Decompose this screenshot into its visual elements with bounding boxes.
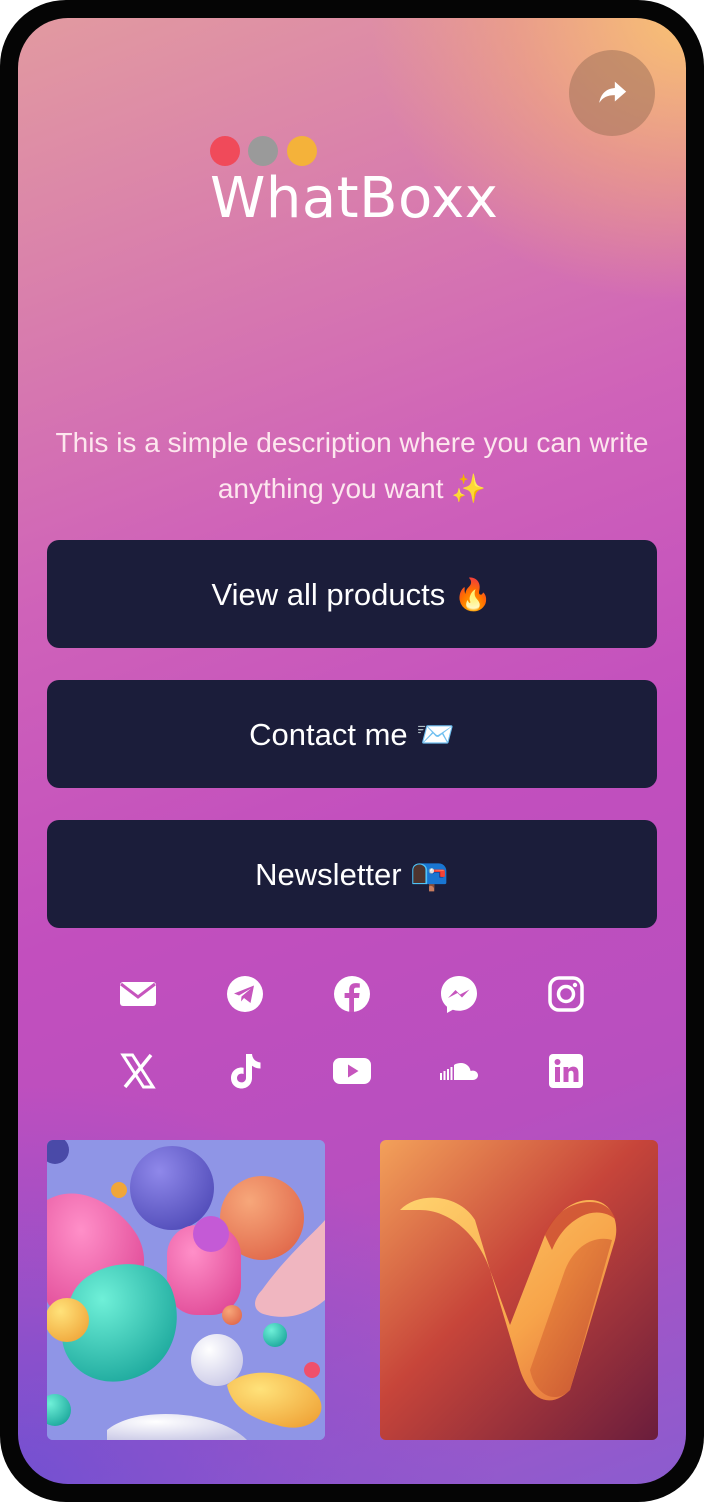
brand-name: WhatBoxx <box>210 166 499 231</box>
newsletter-button[interactable]: Newsletter 📭 <box>47 820 657 928</box>
ribbon-v-logo-image <box>400 1197 617 1401</box>
product-image-abstract-shapes[interactable] <box>47 1140 325 1440</box>
soundcloud-link[interactable] <box>434 1046 484 1096</box>
instagram-icon <box>548 976 584 1012</box>
messenger-icon <box>441 976 477 1013</box>
abstract-3d-shapes-image <box>47 1140 325 1440</box>
phone-frame: WhatBoxx This is a simple description wh… <box>0 0 704 1502</box>
telegram-icon <box>227 976 263 1012</box>
view-products-button[interactable]: View all products 🔥 <box>47 540 657 648</box>
profile-page: WhatBoxx This is a simple description wh… <box>18 18 686 1484</box>
x-icon <box>120 1053 156 1089</box>
logo-dot-red <box>210 136 240 166</box>
linkedin-link[interactable] <box>541 1046 591 1096</box>
email-icon <box>120 982 156 1006</box>
email-link[interactable] <box>113 969 163 1019</box>
contact-me-button[interactable]: Contact me 📨 <box>47 680 657 788</box>
logo-dot-yellow <box>287 136 317 166</box>
social-links-row-1 <box>18 966 686 1026</box>
youtube-icon <box>333 1058 371 1084</box>
messenger-link[interactable] <box>434 969 484 1019</box>
share-button[interactable] <box>569 50 655 136</box>
social-links-row-2 <box>18 1043 686 1103</box>
brand-logo: WhatBoxx <box>210 136 510 246</box>
soundcloud-icon <box>440 1063 478 1080</box>
x-link[interactable] <box>113 1046 163 1096</box>
profile-description: This is a simple description where you c… <box>55 427 649 504</box>
product-image-ribbon-logo[interactable] <box>380 1140 658 1440</box>
logo-dot-gray <box>248 136 278 166</box>
telegram-link[interactable] <box>220 969 270 1019</box>
youtube-link[interactable] <box>327 1046 377 1096</box>
linkedin-icon <box>549 1054 583 1088</box>
facebook-icon <box>334 976 370 1012</box>
tiktok-icon <box>231 1054 261 1089</box>
tiktok-link[interactable] <box>220 1046 270 1096</box>
instagram-link[interactable] <box>541 969 591 1019</box>
facebook-link[interactable] <box>327 969 377 1019</box>
share-arrow-icon <box>599 81 627 103</box>
